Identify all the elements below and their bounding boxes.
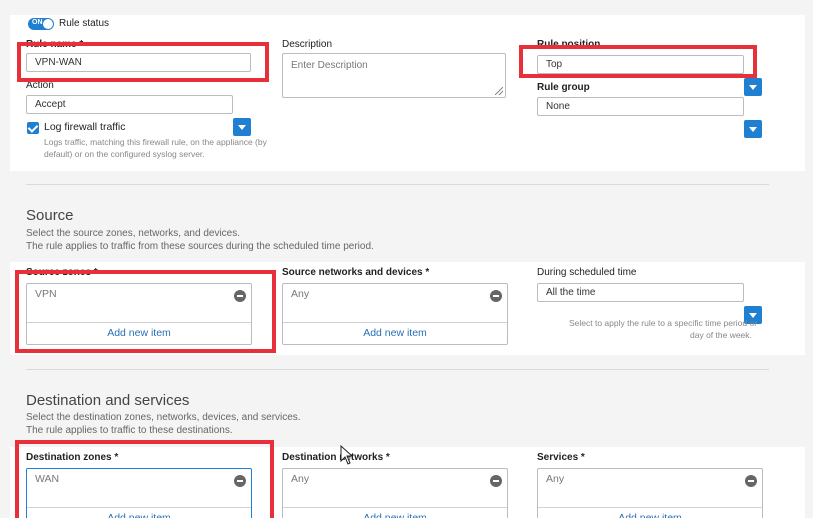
destination-section-title: Destination and services [26,392,190,409]
remove-icon[interactable] [490,290,502,302]
rule-status-label: Rule status [59,18,110,29]
log-traffic-help-2: default) or on the configured syslog ser… [44,149,205,159]
source-section-title: Source [26,207,74,224]
destination-networks-list[interactable]: Any Add new item [282,468,508,518]
highlight-source-zones [15,270,276,353]
divider [26,184,769,185]
description-label: Description [282,39,333,50]
toggle-knob [43,19,53,29]
action-dropdown-button[interactable] [233,118,251,136]
services-list[interactable]: Any Add new item [537,468,763,518]
remove-icon[interactable] [490,475,502,487]
add-service-button[interactable]: Add new item [538,507,762,518]
highlight-destination-zones [15,440,274,518]
highlight-rule-position [519,45,757,78]
description-textarea[interactable]: Enter Description [282,53,506,98]
schedule-help-2: day of the week. [690,330,752,340]
source-networks-list[interactable]: Any Add new item [282,283,508,345]
rule-position-dropdown-button[interactable] [744,78,762,96]
destination-networks-label: Destination networks * [282,452,390,463]
list-item: Any [291,473,310,485]
add-source-network-button[interactable]: Add new item [283,322,507,344]
destination-desc-2: The rule applies to traffic to these des… [26,425,233,436]
rule-group-label: Rule group [537,82,590,93]
highlight-rule-name [17,42,269,82]
source-desc-2: The rule applies to traffic from these s… [26,241,374,252]
rule-group-dropdown-button[interactable] [744,120,762,138]
source-networks-label: Source networks and devices * [282,267,430,278]
rule-status-toggle[interactable]: ON [28,18,54,30]
log-traffic-label: Log firewall traffic [44,121,126,133]
action-select[interactable]: Accept [26,95,233,114]
divider [26,369,769,370]
schedule-select[interactable]: All the time [537,283,744,302]
services-label: Services * [537,452,585,463]
list-item: Any [291,288,310,300]
list-item: Any [546,473,565,485]
rule-group-select[interactable]: None [537,97,744,116]
schedule-label: During scheduled time [537,267,637,278]
remove-icon[interactable] [745,475,757,487]
add-destination-network-button[interactable]: Add new item [283,507,507,518]
description-placeholder: Enter Description [291,60,368,71]
source-desc-1: Select the source zones, networks, and d… [26,228,241,239]
destination-desc-1: Select the destination zones, networks, … [26,412,301,423]
log-traffic-checkbox[interactable] [27,122,39,134]
mouse-pointer-icon [340,445,354,465]
resize-handle-icon[interactable] [495,87,503,95]
toggle-text: ON [32,19,43,26]
